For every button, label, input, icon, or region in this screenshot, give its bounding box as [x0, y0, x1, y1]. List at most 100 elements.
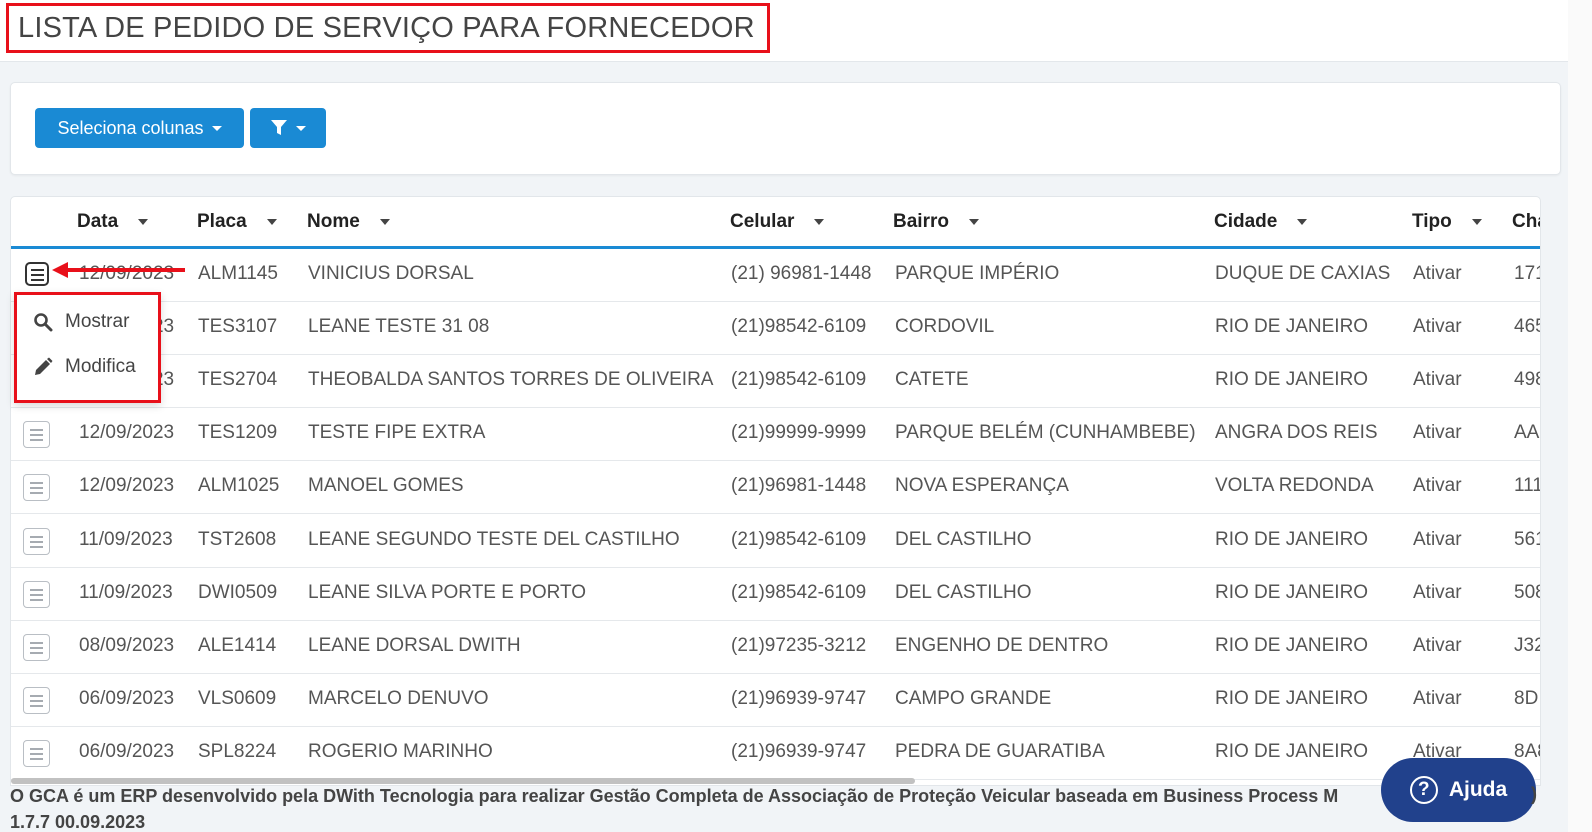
sort-caret-icon[interactable]	[138, 219, 149, 225]
menu-item-show-label: Mostrar	[65, 311, 130, 332]
header-bairro-label: Bairro	[893, 211, 949, 232]
cell-bairro: DEL CASTILHO	[895, 581, 1032, 603]
menu-bar	[31, 274, 44, 276]
header-celular[interactable]: Celular	[730, 211, 825, 233]
cell-placa: SPL8224	[198, 740, 277, 762]
cell-placa: ALM1025	[198, 475, 280, 497]
menu-bar	[30, 651, 43, 654]
cell-data: 06/09/2023	[79, 740, 175, 762]
header-cha[interactable]: Cha	[1512, 211, 1540, 233]
table-header: Data Placa Nome Celular Bairro Cidade Tipo Cha	[11, 197, 1540, 249]
search-icon	[34, 313, 53, 332]
menu-bar	[30, 545, 43, 548]
cell-placa: DWI0509	[198, 581, 278, 603]
menu-bar	[30, 641, 43, 644]
header-cidade[interactable]: Cidade	[1214, 211, 1308, 233]
cell-cha: 498	[1514, 369, 1540, 391]
menu-item-edit-label: Modifica	[65, 356, 136, 377]
row-menu-icon-button[interactable]	[23, 686, 50, 714]
menu-bar	[30, 487, 43, 490]
row-menu-icon-button[interactable]	[23, 527, 50, 555]
cell-cidade: VOLTA REDONDA	[1215, 475, 1374, 497]
row-menu-icon-button[interactable]	[23, 633, 50, 661]
row-menu-icon-button[interactable]	[23, 580, 50, 608]
menu-item-show[interactable]: Mostrar	[33, 311, 129, 333]
row-menu-icon-button[interactable]	[23, 739, 50, 767]
table-row: 12/09/2023TES3107LEANE TESTE 31 08(21)98…	[11, 302, 1540, 356]
row-menu-icon-button[interactable]	[23, 474, 50, 502]
cell-nome: MANOEL GOMES	[308, 475, 464, 497]
cell-bairro: CORDOVIL	[895, 316, 995, 338]
cell-bairro: CATETE	[895, 369, 969, 391]
footer-text-tail: )	[1531, 784, 1537, 804]
sort-caret-icon[interactable]	[814, 219, 825, 225]
cell-nome: THEOBALDA SANTOS TORRES DE OLIVEIRA	[308, 369, 714, 391]
page-scrollbar[interactable]	[1568, 0, 1592, 832]
pencil-icon	[35, 357, 53, 375]
menu-bar	[30, 535, 43, 538]
menu-bar	[30, 704, 43, 707]
header-data[interactable]: Data	[77, 211, 149, 233]
table-row: 12/09/2023TES2704THEOBALDA SANTOS TORRES…	[11, 355, 1540, 409]
header-cidade-label: Cidade	[1214, 211, 1278, 232]
header-nome-label: Nome	[307, 211, 360, 232]
table-row: 12/09/2023 TES1209 TESTE FIPE EXTRA (21)999…	[11, 408, 1540, 462]
table-row: 12/09/2023 ALM1025 MANOEL GOMES (21)96981-1…	[11, 461, 1540, 515]
header-placa[interactable]: Placa	[197, 211, 277, 233]
cell-cidade: RIO DE JANEIRO	[1215, 634, 1369, 656]
header-data-label: Data	[77, 211, 119, 232]
cell-celular: (21)99999-9999	[731, 422, 867, 444]
cell-bairro: CAMPO GRANDE	[895, 687, 1052, 709]
cell-placa: ALM1145	[198, 263, 278, 284]
cell-cha: J32	[1514, 634, 1540, 656]
table-row: 06/09/2023 SPL8224 ROGERIO MARINHO (21)9693…	[11, 727, 1540, 780]
cell-cha: 8A8	[1514, 740, 1540, 762]
cell-tipo: Ativar	[1413, 475, 1462, 497]
help-button[interactable]: ? Ajuda	[1381, 758, 1536, 822]
menu-bar	[30, 598, 43, 601]
cell-cha: 561	[1514, 528, 1540, 550]
table-row: 12/09/2023 ALM1145 VINICIUS DORSAL (21) 969…	[11, 249, 1540, 302]
menu-bar	[31, 279, 44, 281]
cell-cidade: RIO DE JANEIRO	[1215, 316, 1369, 338]
cell-celular: (21)98542-6109	[731, 369, 867, 391]
horizontal-scrollbar[interactable]	[11, 778, 915, 784]
menu-bar	[30, 439, 43, 442]
sort-caret-icon[interactable]	[379, 219, 390, 225]
cell-cha: 8D	[1514, 687, 1539, 709]
cell-celular: (21) 96981-1448	[731, 263, 872, 284]
menu-bar	[30, 752, 43, 755]
footer-version: 1.7.7 00.09.2023	[10, 812, 146, 832]
menu-bar	[30, 429, 43, 432]
cell-placa: VLS0609	[198, 687, 277, 709]
table-row: 11/09/2023 TST2608 LEANE SEGUNDO TESTE DEL…	[11, 515, 1540, 568]
help-label: Ajuda	[1448, 778, 1508, 801]
sort-caret-icon[interactable]	[968, 219, 979, 225]
cell-tipo: Ativar	[1413, 369, 1462, 391]
menu-item-edit[interactable]: Modifica	[33, 356, 136, 378]
select-columns-button[interactable]: Seleciona colunas	[35, 108, 244, 148]
menu-bar	[30, 757, 43, 760]
cell-bairro: PARQUE BELÉM (CUNHAMBEBE)	[895, 422, 1196, 444]
help-icon: ?	[1409, 776, 1438, 804]
cell-data: 12/09/2023	[79, 475, 175, 497]
sort-caret-icon[interactable]	[1297, 219, 1308, 225]
row-menu-icon-button[interactable]	[23, 421, 50, 449]
header-bairro[interactable]: Bairro	[893, 211, 979, 233]
header-tipo[interactable]: Tipo	[1412, 211, 1482, 233]
cell-cha: AA	[1514, 422, 1540, 444]
cell-nome: VINICIUS DORSAL	[308, 263, 474, 284]
cell-bairro: NOVA ESPERANÇA	[895, 475, 1069, 497]
header-nome[interactable]: Nome	[307, 211, 390, 233]
row-menu-icon-button[interactable]	[25, 262, 49, 286]
cell-placa: ALE1414	[198, 634, 277, 656]
filter-button[interactable]	[250, 108, 326, 148]
menu-bar	[30, 699, 43, 702]
cell-celular: (21)97235-3212	[731, 634, 867, 656]
cell-tipo: Ativar	[1413, 263, 1462, 284]
select-columns-label: Seleciona colunas	[57, 117, 204, 138]
sort-caret-icon[interactable]	[1471, 219, 1482, 225]
cell-nome: LEANE SILVA PORTE E PORTO	[308, 581, 587, 603]
sort-caret-icon[interactable]	[266, 219, 277, 225]
menu-bar	[31, 269, 44, 271]
